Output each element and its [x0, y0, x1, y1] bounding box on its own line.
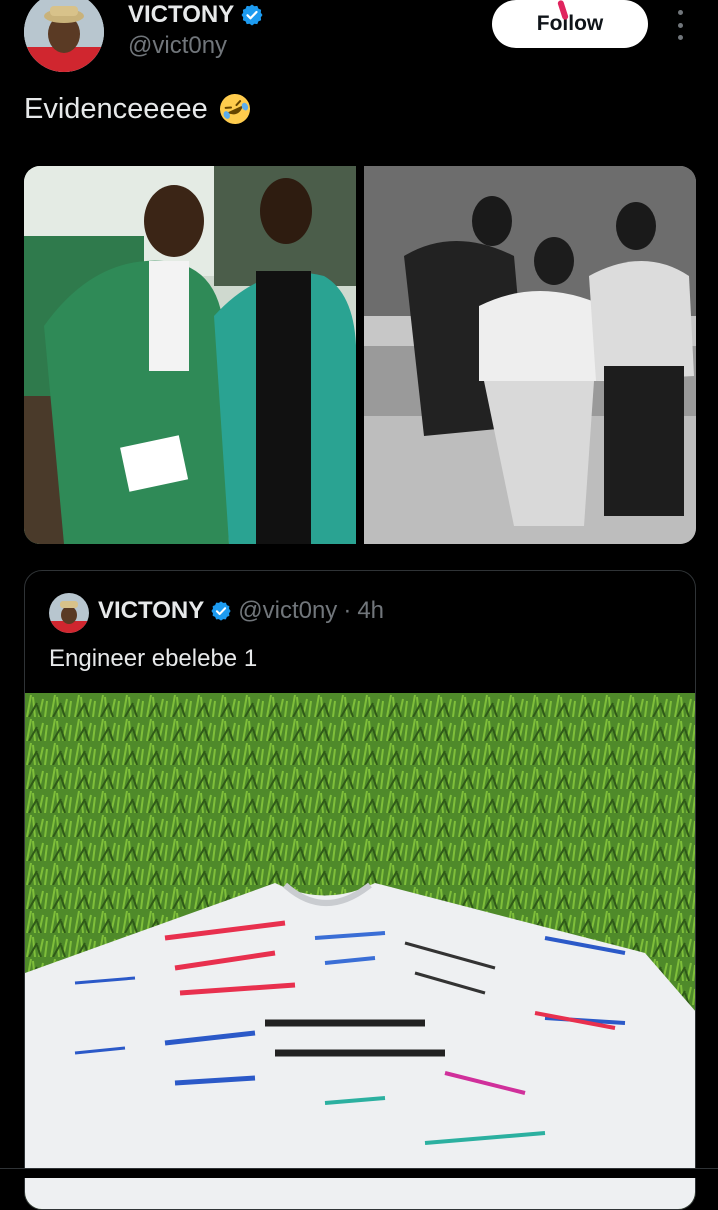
- author-avatar[interactable]: [24, 0, 104, 72]
- follow-button[interactable]: Follow: [492, 0, 648, 48]
- more-vertical-icon[interactable]: [668, 10, 692, 40]
- tweet-photo-1[interactable]: [24, 166, 356, 544]
- quoted-tweet[interactable]: VICTONY @vict0ny · 4h Engineer ebelebe 1: [24, 570, 696, 1210]
- author-name-row[interactable]: VICTONY: [128, 0, 264, 30]
- verified-badge-icon: [211, 601, 231, 621]
- tweet-text-row: Evidenceeeee: [24, 90, 252, 128]
- tweet-photo-2[interactable]: [364, 166, 696, 544]
- quoted-handle[interactable]: @vict0ny: [238, 597, 337, 625]
- author-handle[interactable]: @vict0ny: [128, 32, 227, 60]
- author-display-name[interactable]: VICTONY: [128, 0, 234, 30]
- quoted-timestamp[interactable]: 4h: [357, 597, 384, 625]
- quoted-author-avatar[interactable]: [49, 593, 89, 633]
- verified-badge-icon: [241, 4, 263, 26]
- quoted-display-name[interactable]: VICTONY: [98, 597, 204, 625]
- quoted-tweet-text: Engineer ebelebe 1: [49, 645, 258, 672]
- rolling-on-floor-laughing-emoji: [219, 94, 250, 124]
- quoted-separator: ·: [343, 597, 352, 624]
- quoted-tweet-photo[interactable]: [25, 693, 695, 1209]
- tweet-text: Evidenceeeee: [24, 93, 208, 125]
- quoted-header: VICTONY @vict0ny · 4h: [98, 597, 384, 625]
